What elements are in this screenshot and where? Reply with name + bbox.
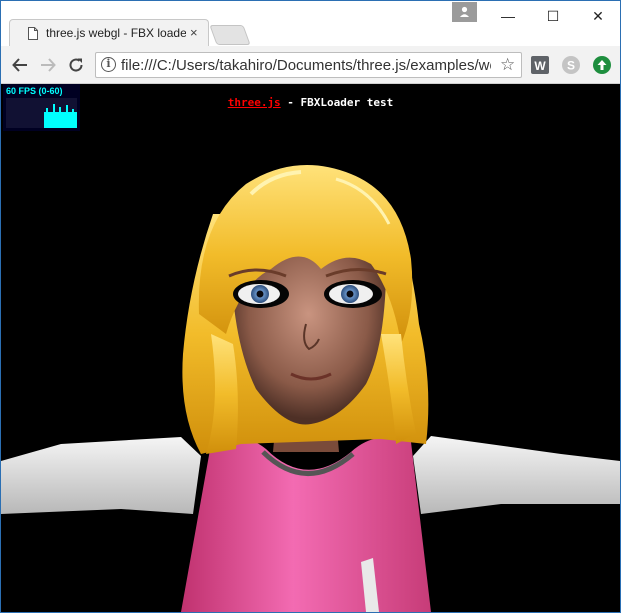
arrow-left-icon [12,58,27,72]
new-tab-button[interactable] [209,25,251,45]
arrow-right-icon [41,58,56,72]
toolbar: i file:///C:/Users/takahiro/Documents/th… [1,46,620,84]
browser-window: three.js webgl - FBX loader × — ☐ ✕ i fi… [0,0,621,613]
tab-title: three.js webgl - FBX loader [46,26,186,40]
forward-button[interactable] [37,54,59,76]
maximize-button[interactable]: ☐ [530,1,576,31]
arrow-up-icon [597,60,607,70]
title-bar: three.js webgl - FBX loader × — ☐ ✕ [1,1,620,46]
reload-button[interactable] [65,54,87,76]
url-text[interactable]: file:///C:/Users/takahiro/Documents/thre… [121,57,491,74]
tab-active[interactable]: three.js webgl - FBX loader × [9,19,209,46]
fps-label: 60 FPS (0-60) [6,86,63,96]
upload-extension-icon[interactable] [593,56,611,74]
w-extension-glyph: W [534,59,546,73]
page-title: three.js - FBXLoader test [1,96,620,109]
address-bar[interactable]: i file:///C:/Users/takahiro/Documents/th… [95,52,522,78]
star-icon[interactable]: ☆ [500,55,515,75]
minimize-button[interactable]: — [485,1,531,31]
page-title-text: - FBXLoader test [280,96,394,109]
back-button[interactable] [9,54,31,76]
threejs-link[interactable]: three.js [228,96,281,109]
reload-icon [69,58,83,72]
person-icon [460,6,469,17]
info-icon[interactable]: i [101,57,116,72]
skype-extension-icon[interactable]: S [562,56,580,74]
document-icon [28,27,38,40]
page-viewport: 60 FPS (0-60) three.js - FBXLoader test [1,84,620,612]
profile-button[interactable] [452,2,477,22]
tab-close-button[interactable]: × [190,25,198,40]
fbx-model-render[interactable] [1,84,620,612]
svg-text:W: W [534,59,546,73]
close-window-button[interactable]: ✕ [575,1,621,31]
skype-glyph: S [567,59,575,73]
svg-text:S: S [567,59,575,73]
w-extension-icon[interactable]: W [531,56,549,74]
